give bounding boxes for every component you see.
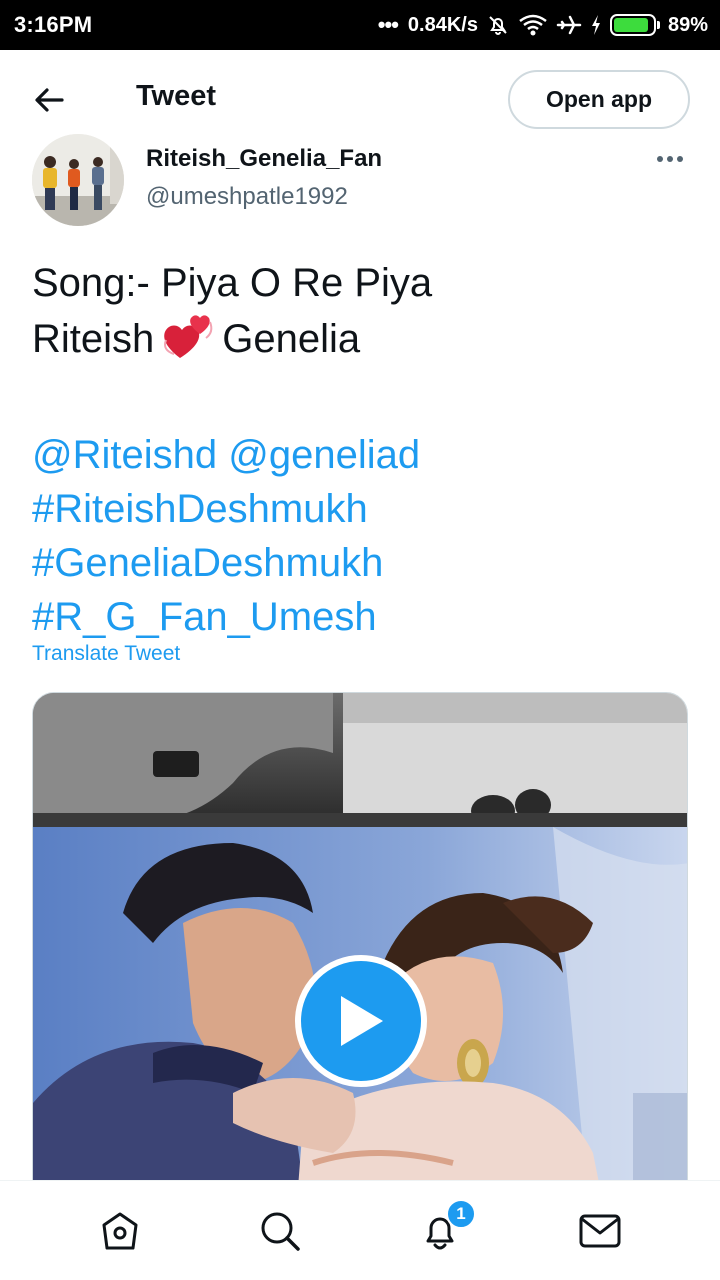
back-arrow-icon bbox=[35, 88, 64, 112]
author-handle[interactable]: @umeshpatle1992 bbox=[146, 183, 348, 211]
author-name[interactable]: Riteish_Genelia_Fan bbox=[146, 145, 382, 173]
messages-icon bbox=[579, 1214, 621, 1247]
play-button[interactable] bbox=[295, 955, 427, 1087]
wifi-icon bbox=[518, 13, 548, 37]
silent-bell-icon bbox=[486, 13, 510, 37]
play-icon bbox=[341, 996, 383, 1046]
page-title: Tweet bbox=[136, 80, 217, 112]
tweet-line: @Riteishd @geneliad bbox=[32, 428, 692, 482]
notification-badge: 1 bbox=[446, 1198, 476, 1229]
dots-icon: ••• bbox=[377, 12, 399, 37]
hashtag-link[interactable]: #RiteishDeshmukh bbox=[32, 487, 368, 531]
nav-notifications[interactable]: 1 bbox=[404, 1195, 476, 1267]
more-options-button[interactable] bbox=[648, 146, 692, 172]
bottom-navigation: 1 bbox=[0, 1180, 720, 1280]
tweet-word: Genelia bbox=[222, 317, 361, 361]
battery-icon bbox=[609, 14, 660, 36]
tweet-text: Song:- Piya O Re Piya Riteish Genelia @R… bbox=[32, 256, 692, 644]
more-dot bbox=[657, 156, 663, 162]
network-speed: 0.84K/s bbox=[407, 13, 478, 36]
open-app-button[interactable]: Open app bbox=[508, 70, 690, 129]
tweet-line: Song:- Piya O Re Piya bbox=[32, 261, 433, 305]
video-thumbnail[interactable] bbox=[32, 692, 688, 1252]
status-time: 3:16PM bbox=[14, 12, 93, 37]
nav-search[interactable] bbox=[244, 1195, 316, 1267]
back-button[interactable] bbox=[26, 80, 72, 120]
hashtag-link[interactable]: #GeneliaDeshmukh bbox=[32, 541, 383, 585]
battery-percent: 89% bbox=[667, 13, 708, 36]
more-dot bbox=[667, 156, 673, 162]
mention-link[interactable]: @Riteishd bbox=[32, 433, 217, 477]
more-dot bbox=[677, 156, 683, 162]
airplane-icon bbox=[556, 13, 582, 37]
tweet-line: Riteish Genelia bbox=[32, 310, 692, 374]
tweet-word: Riteish bbox=[32, 317, 155, 361]
mention-link[interactable]: @geneliad bbox=[228, 433, 420, 477]
status-bar: 3:16PM ••• 0.84K/s 89% bbox=[0, 0, 720, 50]
status-icons: ••• 0.84K/s 89% bbox=[378, 12, 708, 38]
translate-tweet-link[interactable]: Translate Tweet bbox=[32, 642, 180, 666]
hashtag-link[interactable]: #R_G_Fan_Umesh bbox=[32, 595, 377, 639]
nav-messages[interactable] bbox=[564, 1195, 636, 1267]
charging-icon bbox=[590, 14, 602, 36]
revolving-hearts-emoji bbox=[160, 310, 216, 374]
home-icon bbox=[102, 1212, 138, 1249]
tweet-header: Tweet Open app bbox=[0, 50, 720, 146]
nav-home[interactable] bbox=[84, 1195, 156, 1267]
search-icon bbox=[261, 1212, 300, 1251]
avatar[interactable] bbox=[32, 134, 124, 226]
